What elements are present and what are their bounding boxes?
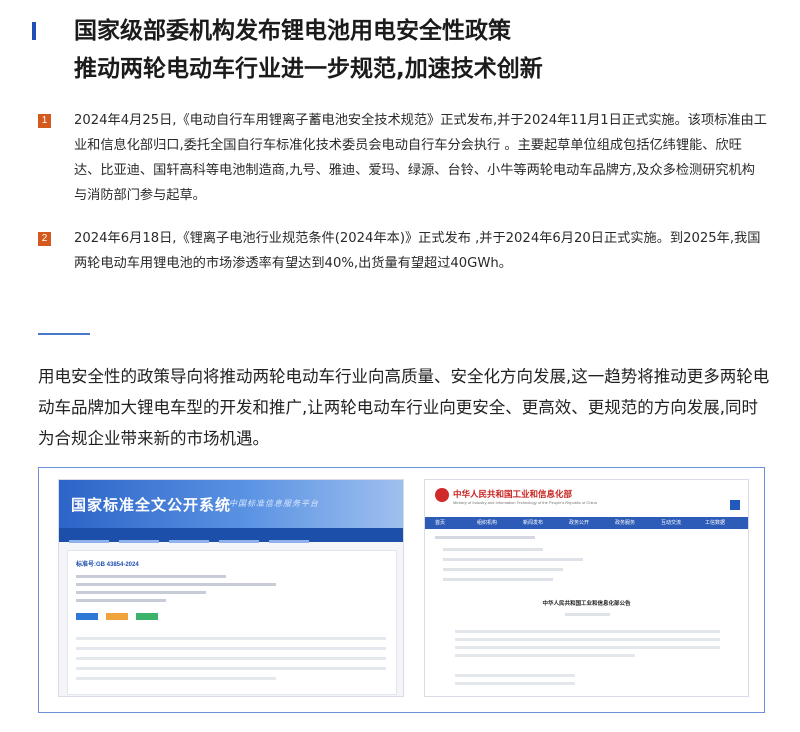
national-emblem-icon xyxy=(435,488,449,502)
action-button-orange xyxy=(106,613,128,620)
site-tagline: 中国标准信息服务平台 xyxy=(229,499,319,508)
site-nav-bar: 首页 组织机构 新闻发布 政务公开 政务服务 互动交流 工信数据 xyxy=(425,517,748,529)
section-divider xyxy=(38,333,90,335)
search-icon xyxy=(730,500,740,510)
page-title-line-2: 推动两轮电动车行业进一步规范,加速技术创新 xyxy=(74,56,543,82)
nav-item: 首页 xyxy=(435,520,446,526)
action-button-blue xyxy=(76,613,98,620)
policy-item-text: 2024年6月18日,《锂离子电池行业规范条件(2024年本)》正式发布 ,并于… xyxy=(74,231,761,271)
nav-item: 政务服务 xyxy=(615,520,636,526)
item-number-badge: 2 xyxy=(38,232,51,246)
site-subtitle-en: Ministry of Industry and Information Tec… xyxy=(453,500,597,505)
item-number-badge: 1 xyxy=(38,114,51,128)
screenshot-panel: 国家标准全文公开系统 中国标准信息服务平台 标准号:GB 43854-2024 … xyxy=(38,467,765,713)
nav-item: 政务公开 xyxy=(569,520,590,526)
policy-item-2: 2 2024年6月18日,《锂离子电池行业规范条件(2024年本)》正式发布 ,… xyxy=(38,226,768,276)
policy-item-text: 2024年4月25日,《电动自行车用锂离子蓄电池安全技术规范》正式发布,并于20… xyxy=(74,113,767,203)
standard-detail-card: 标准号:GB 43854-2024 xyxy=(67,550,397,695)
site-header: 国家标准全文公开系统 中国标准信息服务平台 xyxy=(59,480,403,528)
standard-code: 标准号:GB 43854-2024 xyxy=(76,562,139,568)
miit-site-screenshot: 中华人民共和国工业和信息化部 Ministry of Industry and … xyxy=(424,479,749,697)
site-header: 中华人民共和国工业和信息化部 Ministry of Industry and … xyxy=(425,480,748,514)
page-title: 国家级部委机构发布锂电池用电安全性政策 推动两轮电动车行业进一步规范,加速技术创… xyxy=(74,12,774,88)
site-title: 中华人民共和国工业和信息化部 xyxy=(453,490,573,500)
nav-item: 互动交流 xyxy=(661,520,682,526)
nav-item: 组织机构 xyxy=(477,520,498,526)
page-title-line-1: 国家级部委机构发布锂电池用电安全性政策 xyxy=(74,18,511,44)
site-nav-bar xyxy=(59,528,403,543)
action-button-green xyxy=(136,613,158,620)
announcement-title: 中华人民共和国工业和信息化部公告 xyxy=(542,601,631,607)
title-accent-bar xyxy=(32,22,36,40)
nav-item: 新闻发布 xyxy=(523,520,544,526)
nav-item: 工信数据 xyxy=(705,520,726,526)
national-standard-site-screenshot: 国家标准全文公开系统 中国标准信息服务平台 标准号:GB 43854-2024 xyxy=(58,479,404,697)
site-title: 国家标准全文公开系统 xyxy=(71,496,232,514)
summary-paragraph: 用电安全性的政策导向将推动两轮电动车行业向高质量、安全化方向发展,这一趋势将推动… xyxy=(38,367,770,448)
policy-item-1: 1 2024年4月25日,《电动自行车用锂离子蓄电池安全技术规范》正式发布,并于… xyxy=(38,108,768,208)
